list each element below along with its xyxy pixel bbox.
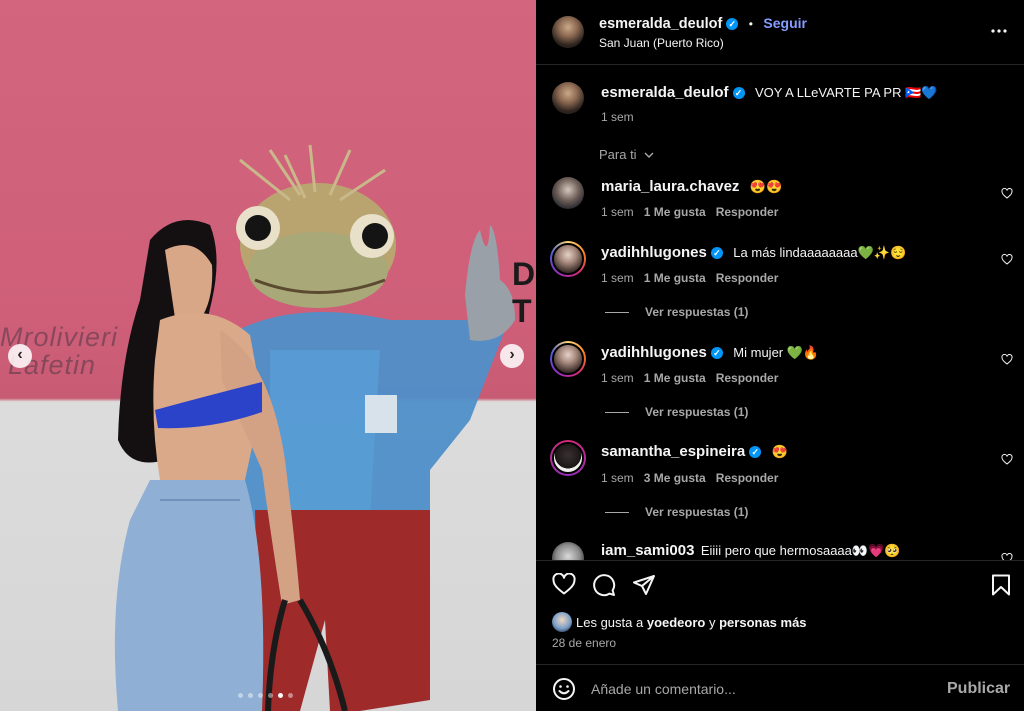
carousel-dot <box>288 693 293 698</box>
carousel-dot <box>248 693 253 698</box>
commenter-username[interactable]: samantha_espineira <box>601 443 745 460</box>
comment-text: Mi mujer 💚🔥 <box>733 345 820 360</box>
view-replies-button[interactable]: Ver respuestas (1) <box>605 505 748 519</box>
verified-badge-icon: ✓ <box>710 347 723 359</box>
comment-reply-button[interactable]: Responder <box>716 271 779 285</box>
commenter-username[interactable]: yadihhlugones <box>601 344 707 361</box>
comment-like-heart-icon[interactable] <box>1001 186 1013 199</box>
comment-like-heart-icon[interactable] <box>1001 452 1013 465</box>
header-separator: • <box>748 17 753 31</box>
like-heart-icon[interactable] <box>552 572 576 600</box>
comment-body: iam_sami003 Eiiii pero que hermosaaaa👀💗🥺 <box>601 542 900 560</box>
carousel-prev-button[interactable]: ‹ <box>8 344 32 368</box>
more-horizontal-icon[interactable] <box>990 22 1008 40</box>
carousel-dot <box>238 693 243 698</box>
comment-likes[interactable]: 1 Me gusta <box>644 271 706 285</box>
comment-bubble-icon[interactable] <box>592 573 616 602</box>
comment-time: 1 sem <box>601 205 634 219</box>
likes-user-link[interactable]: yoedeoro <box>647 615 706 630</box>
comment-time: 1 sem <box>601 471 634 485</box>
commenter-username[interactable]: maria_laura.chavez <box>601 178 739 195</box>
publish-button[interactable]: Publicar <box>947 680 1010 698</box>
view-replies-button[interactable]: Ver respuestas (1) <box>605 305 748 319</box>
comment-item: iam_sami003 Eiiii pero que hermosaaaa👀💗🥺 <box>536 538 1024 560</box>
commenter-username[interactable]: iam_sami003 <box>601 542 694 559</box>
comment-body: yadihhlugones ✓ La más lindaaaaaaaa💚✨😌 <box>601 244 906 262</box>
post-location[interactable]: San Juan (Puerto Rico) <box>599 36 724 50</box>
comment-likes[interactable]: 1 Me gusta <box>644 205 706 219</box>
comment-reply-button[interactable]: Responder <box>716 205 779 219</box>
verified-badge-icon: ✓ <box>732 87 745 99</box>
liker-avatar[interactable] <box>552 612 572 632</box>
caption-username[interactable]: esmeralda_deulof <box>601 84 729 101</box>
comment-meta: 1 sem 1 Me gusta Responder <box>601 371 778 385</box>
comment-input[interactable]: Añade un comentario... <box>591 681 911 697</box>
view-replies-button[interactable]: Ver respuestas (1) <box>605 405 748 419</box>
post-date[interactable]: 28 de enero <box>552 636 616 650</box>
comment-text: 😍 <box>771 444 788 459</box>
comment-sort-label: Para ti <box>599 147 637 162</box>
comment-text: La más lindaaaaaaaa💚✨😌 <box>733 245 907 260</box>
comment-meta: 1 sem 1 Me gusta Responder <box>601 271 778 285</box>
comment-meta: 1 sem 1 Me gusta Responder <box>601 205 778 219</box>
emoji-smiley-icon[interactable] <box>552 677 576 706</box>
save-bookmark-icon[interactable] <box>991 574 1011 601</box>
carousel-dots <box>238 693 293 698</box>
comment-text: Eiiii pero que hermosaaaa👀💗🥺 <box>700 543 901 558</box>
verified-badge-icon: ✓ <box>726 18 739 30</box>
caption: esmeralda_deulof ✓ VOY A LLeVARTE PA PR 🇵… <box>601 84 937 102</box>
commenter-avatar[interactable] <box>552 542 584 560</box>
comment-body: samantha_espineira ✓ 😍 <box>601 443 788 461</box>
author-avatar[interactable] <box>552 16 584 48</box>
chevron-down-icon <box>644 147 654 162</box>
comment-reply-button[interactable]: Responder <box>716 471 779 485</box>
comment-time: 1 sem <box>601 271 634 285</box>
svg-text:D: D <box>512 256 535 292</box>
comment-likes[interactable]: 3 Me gusta <box>644 471 706 485</box>
caption-text: VOY A LLeVARTE PA PR 🇵🇷💙 <box>755 85 938 100</box>
commenter-avatar[interactable] <box>550 440 586 476</box>
caption-avatar[interactable] <box>552 82 584 114</box>
actions-divider <box>536 560 1024 561</box>
post-side-panel: esmeralda_deulof ✓ • Seguir San Juan (Pue… <box>536 0 1024 711</box>
verified-badge-icon: ✓ <box>710 247 723 259</box>
composer-divider <box>536 664 1024 665</box>
post-photo[interactable]: D T Mrolivieri Lafetin ‹ › <box>0 0 536 711</box>
comment-meta: 1 sem 3 Me gusta Responder <box>601 471 778 485</box>
comment-sort-dropdown[interactable]: Para ti <box>599 147 654 162</box>
comment-like-heart-icon[interactable] <box>1001 252 1013 265</box>
likes-summary: Les gusta a yoedeoro y personas más <box>576 615 807 630</box>
caption-time: 1 sem <box>601 110 634 124</box>
author-username[interactable]: esmeralda_deulof <box>599 16 722 32</box>
verified-badge-icon: ✓ <box>749 446 762 458</box>
post-header: esmeralda_deulof ✓ • Seguir San Juan (Pue… <box>536 0 1024 65</box>
view-replies-label: Ver respuestas (1) <box>645 305 749 319</box>
carousel-dot <box>258 693 263 698</box>
author-line: esmeralda_deulof ✓ • Seguir <box>599 15 807 33</box>
share-send-icon[interactable] <box>632 573 656 602</box>
likes-connector: y <box>708 615 716 630</box>
view-replies-label: Ver respuestas (1) <box>645 505 749 519</box>
carousel-dot <box>268 693 273 698</box>
comment-body: maria_laura.chavez 😍😍 <box>601 178 782 196</box>
comment-reply-button[interactable]: Responder <box>716 371 779 385</box>
follow-button[interactable]: Seguir <box>763 15 807 31</box>
comment-likes[interactable]: 1 Me gusta <box>644 371 706 385</box>
svg-text:T: T <box>512 293 532 329</box>
carousel-dot-active <box>278 693 283 698</box>
comment-body: yadihhlugones ✓ Mi mujer 💚🔥 <box>601 344 819 362</box>
likes-others-link[interactable]: personas más <box>719 615 806 630</box>
comment-like-heart-icon[interactable] <box>1001 551 1013 560</box>
commenter-username[interactable]: yadihhlugones <box>601 244 707 261</box>
view-replies-label: Ver respuestas (1) <box>645 405 749 419</box>
carousel-next-button[interactable]: › <box>500 344 524 368</box>
comment-like-heart-icon[interactable] <box>1001 352 1013 365</box>
commenter-avatar[interactable] <box>550 341 586 377</box>
comment-time: 1 sem <box>601 371 634 385</box>
commenter-avatar[interactable] <box>552 177 584 209</box>
commenter-avatar[interactable] <box>550 241 586 277</box>
comment-text: 😍😍 <box>749 179 783 194</box>
likes-prefix: Les gusta a <box>576 615 644 630</box>
